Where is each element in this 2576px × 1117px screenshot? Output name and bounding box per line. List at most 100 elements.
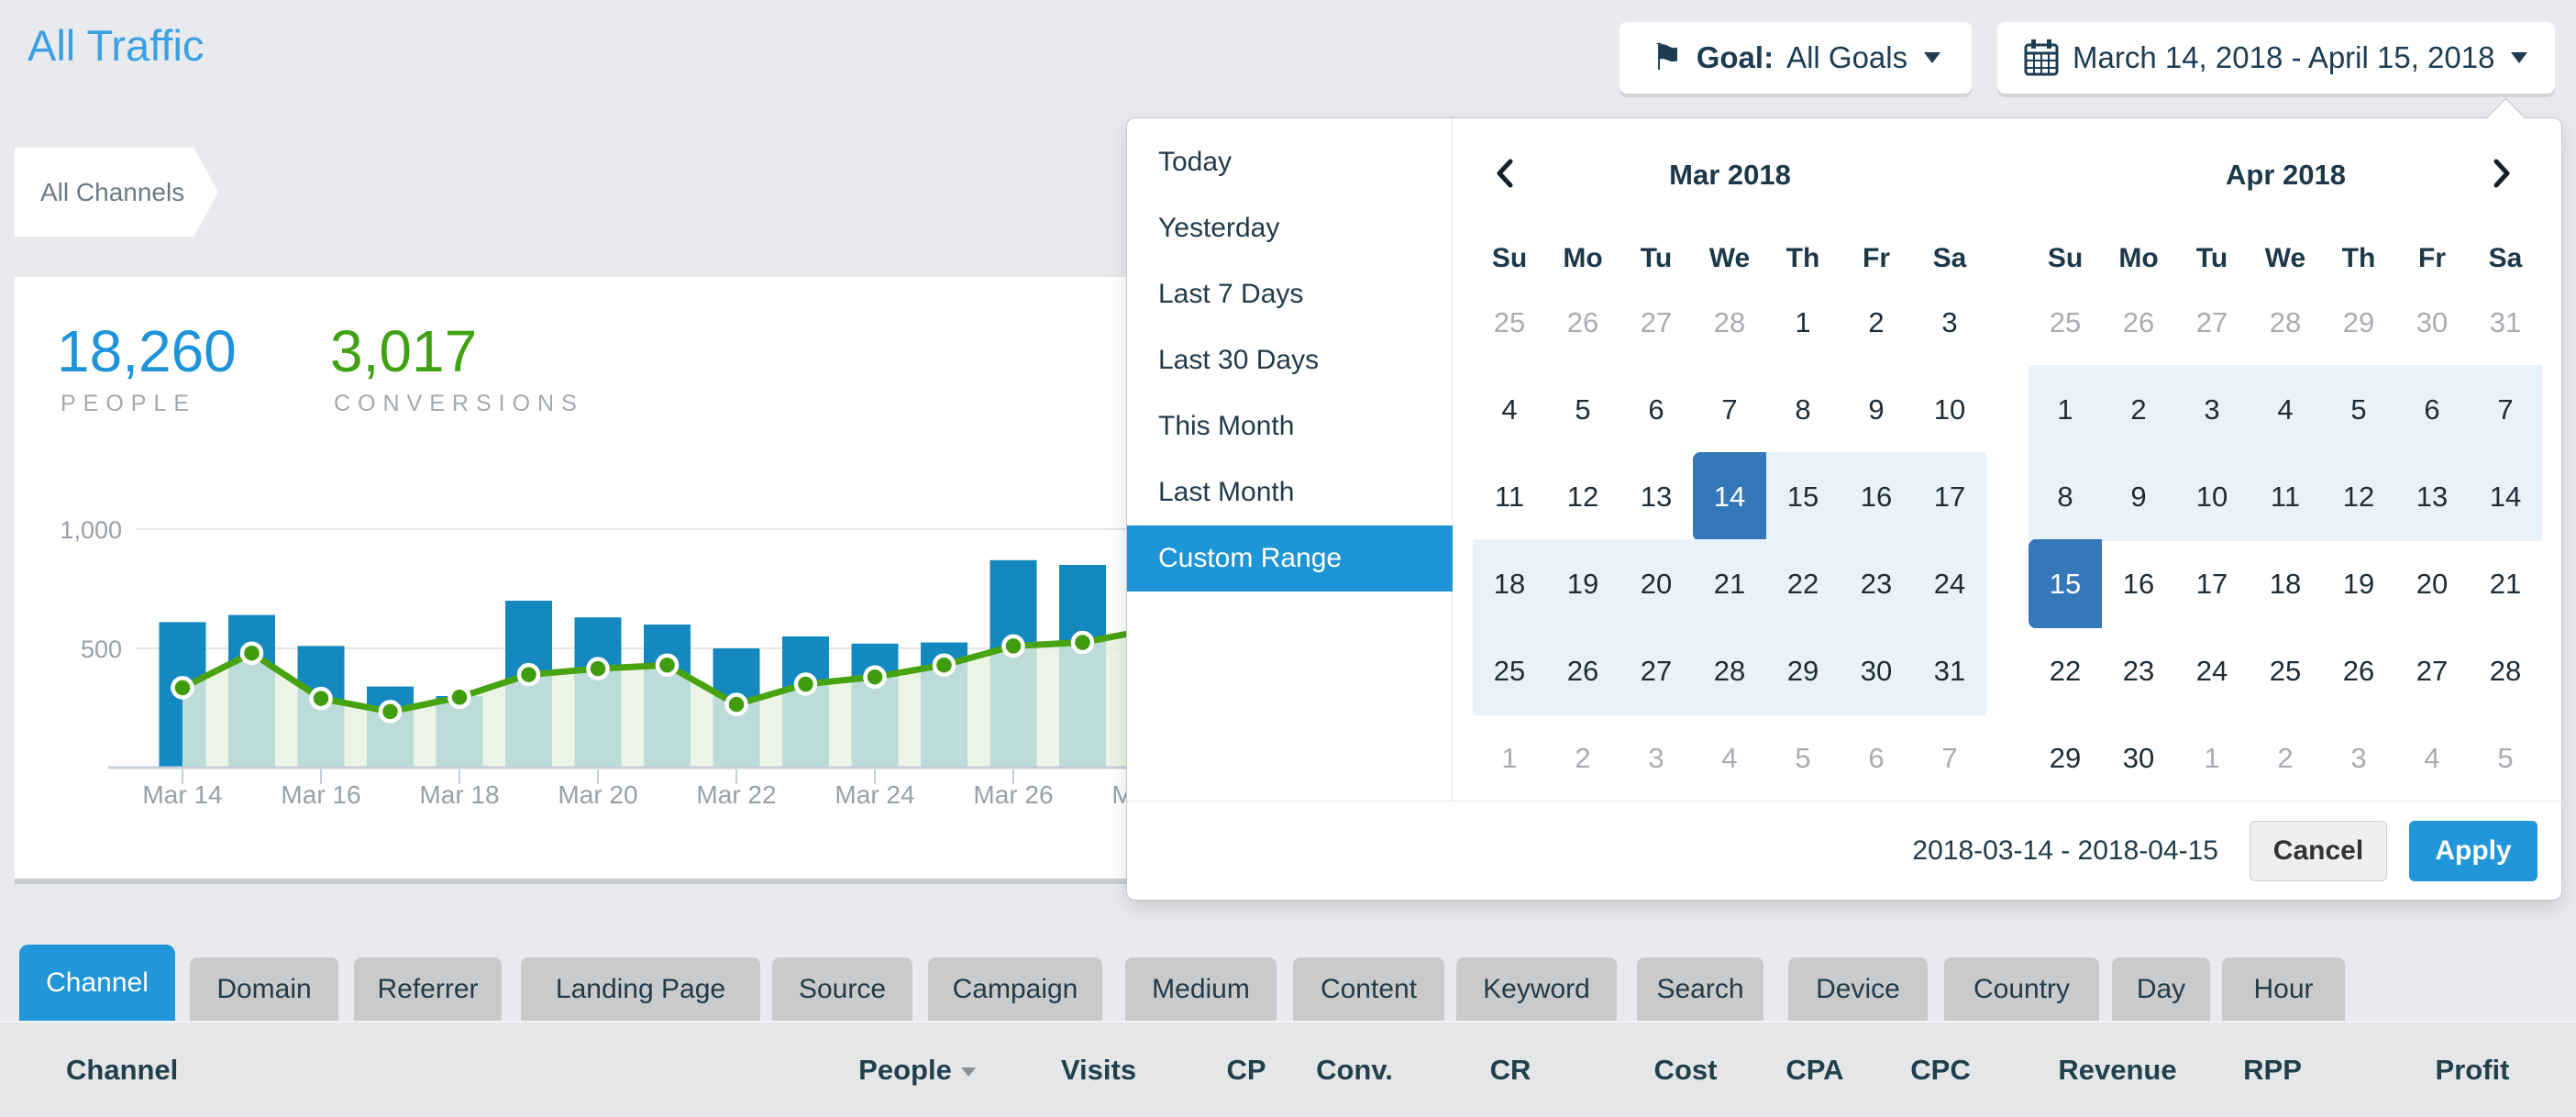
cancel-button[interactable]: Cancel xyxy=(2250,821,2387,881)
day-cell[interactable]: 12 xyxy=(1546,452,1620,541)
day-cell[interactable]: 1 xyxy=(2029,365,2102,454)
day-cell[interactable]: 20 xyxy=(1620,539,1693,628)
day-cell[interactable]: 8 xyxy=(1766,365,1840,454)
day-cell[interactable]: 2 xyxy=(2249,713,2322,802)
column-header-revenue[interactable]: Revenue xyxy=(2058,1023,2176,1117)
preset-yesterday[interactable]: Yesterday xyxy=(1127,195,1453,261)
day-cell[interactable]: 17 xyxy=(2175,539,2249,628)
day-cell[interactable]: 16 xyxy=(2102,539,2175,628)
day-cell[interactable]: 25 xyxy=(1473,278,1546,367)
breadcrumb[interactable]: All Channels xyxy=(15,148,218,237)
day-cell[interactable]: 7 xyxy=(1913,713,1986,802)
preset-this-month[interactable]: This Month xyxy=(1127,393,1453,459)
day-cell[interactable]: 27 xyxy=(2175,278,2249,367)
day-cell[interactable]: 25 xyxy=(2029,278,2102,367)
day-cell[interactable]: 16 xyxy=(1840,452,1913,541)
day-cell[interactable]: 5 xyxy=(2469,713,2542,802)
day-cell[interactable]: 25 xyxy=(1473,626,1546,715)
day-cell[interactable]: 1 xyxy=(2175,713,2249,802)
prev-month-button[interactable] xyxy=(1491,155,1528,195)
apply-button[interactable]: Apply xyxy=(2409,821,2537,881)
day-cell[interactable]: 21 xyxy=(2469,539,2542,628)
column-header-conv-[interactable]: Conv. xyxy=(1316,1023,1393,1117)
tab-day[interactable]: Day xyxy=(2112,957,2210,1021)
tab-country[interactable]: Country xyxy=(1944,957,2099,1021)
day-cell[interactable]: 24 xyxy=(2175,626,2249,715)
tab-device[interactable]: Device xyxy=(1788,957,1928,1021)
preset-today[interactable]: Today xyxy=(1127,129,1453,195)
day-cell[interactable]: 30 xyxy=(2102,713,2175,802)
day-cell[interactable]: 13 xyxy=(2395,452,2469,541)
column-header-rpp[interactable]: RPP xyxy=(2243,1023,2302,1117)
day-cell[interactable]: 7 xyxy=(1693,365,1766,454)
day-cell[interactable]: 28 xyxy=(1693,626,1766,715)
tab-search[interactable]: Search xyxy=(1637,957,1763,1021)
column-header-cp[interactable]: CP xyxy=(1226,1023,1266,1117)
day-cell[interactable]: 19 xyxy=(1546,539,1620,628)
day-cell[interactable]: 23 xyxy=(1840,539,1913,628)
tab-medium[interactable]: Medium xyxy=(1125,957,1277,1021)
day-cell[interactable]: 10 xyxy=(1913,365,1986,454)
column-header-profit[interactable]: Profit xyxy=(2436,1023,2510,1117)
day-cell[interactable]: 6 xyxy=(2395,365,2469,454)
tab-hour[interactable]: Hour xyxy=(2222,957,2345,1021)
day-cell[interactable]: 31 xyxy=(1913,626,1986,715)
goal-selector-button[interactable]: ⚑ Goal: All Goals xyxy=(1620,22,1972,94)
day-cell[interactable]: 26 xyxy=(2322,626,2395,715)
preset-last-30-days[interactable]: Last 30 Days xyxy=(1127,327,1453,393)
day-cell[interactable]: 18 xyxy=(1473,539,1546,628)
day-cell[interactable]: 25 xyxy=(2249,626,2322,715)
next-month-button[interactable] xyxy=(2488,155,2525,195)
preset-last-month[interactable]: Last Month xyxy=(1127,459,1453,525)
day-cell[interactable]: 27 xyxy=(1620,626,1693,715)
day-cell[interactable]: 4 xyxy=(1473,365,1546,454)
day-cell[interactable]: 4 xyxy=(2395,713,2469,802)
day-cell[interactable]: 6 xyxy=(1840,713,1913,802)
day-cell[interactable]: 26 xyxy=(2102,278,2175,367)
tab-content[interactable]: Content xyxy=(1293,957,1444,1021)
day-cell[interactable]: 18 xyxy=(2249,539,2322,628)
day-cell[interactable]: 5 xyxy=(2322,365,2395,454)
day-cell[interactable]: 7 xyxy=(2469,365,2542,454)
day-cell[interactable]: 2 xyxy=(1840,278,1913,367)
day-cell[interactable]: 4 xyxy=(2249,365,2322,454)
tab-referrer[interactable]: Referrer xyxy=(354,957,502,1021)
day-cell[interactable]: 14 xyxy=(1693,452,1766,541)
day-cell[interactable]: 24 xyxy=(1913,539,1986,628)
column-header-cpa[interactable]: CPA xyxy=(1786,1023,1843,1117)
day-cell[interactable]: 15 xyxy=(1766,452,1840,541)
day-cell[interactable]: 28 xyxy=(2469,626,2542,715)
day-cell[interactable]: 6 xyxy=(1620,365,1693,454)
day-cell[interactable]: 4 xyxy=(1693,713,1766,802)
day-cell[interactable]: 2 xyxy=(1546,713,1620,802)
day-cell[interactable]: 20 xyxy=(2395,539,2469,628)
day-cell[interactable]: 9 xyxy=(1840,365,1913,454)
day-cell[interactable]: 3 xyxy=(1620,713,1693,802)
day-cell[interactable]: 22 xyxy=(1766,539,1840,628)
day-cell[interactable]: 28 xyxy=(2249,278,2322,367)
tab-source[interactable]: Source xyxy=(772,957,912,1021)
day-cell[interactable]: 3 xyxy=(2322,713,2395,802)
day-cell[interactable]: 9 xyxy=(2102,452,2175,541)
day-cell[interactable]: 10 xyxy=(2175,452,2249,541)
day-cell[interactable]: 13 xyxy=(1620,452,1693,541)
column-header-channel[interactable]: Channel xyxy=(66,1023,178,1117)
preset-last-7-days[interactable]: Last 7 Days xyxy=(1127,261,1453,327)
day-cell[interactable]: 26 xyxy=(1546,626,1620,715)
day-cell[interactable]: 3 xyxy=(2175,365,2249,454)
day-cell[interactable]: 1 xyxy=(1473,713,1546,802)
column-header-cost[interactable]: Cost xyxy=(1654,1023,1718,1117)
day-cell[interactable]: 19 xyxy=(2322,539,2395,628)
day-cell[interactable]: 31 xyxy=(2469,278,2542,367)
day-cell[interactable]: 28 xyxy=(1693,278,1766,367)
day-cell[interactable]: 15 xyxy=(2029,539,2102,628)
preset-custom-range[interactable]: Custom Range xyxy=(1127,525,1453,592)
day-cell[interactable]: 29 xyxy=(1766,626,1840,715)
day-cell[interactable]: 26 xyxy=(1546,278,1620,367)
day-cell[interactable]: 8 xyxy=(2029,452,2102,541)
day-cell[interactable]: 17 xyxy=(1913,452,1986,541)
day-cell[interactable]: 2 xyxy=(2102,365,2175,454)
day-cell[interactable]: 30 xyxy=(2395,278,2469,367)
day-cell[interactable]: 30 xyxy=(1840,626,1913,715)
day-cell[interactable]: 11 xyxy=(2249,452,2322,541)
